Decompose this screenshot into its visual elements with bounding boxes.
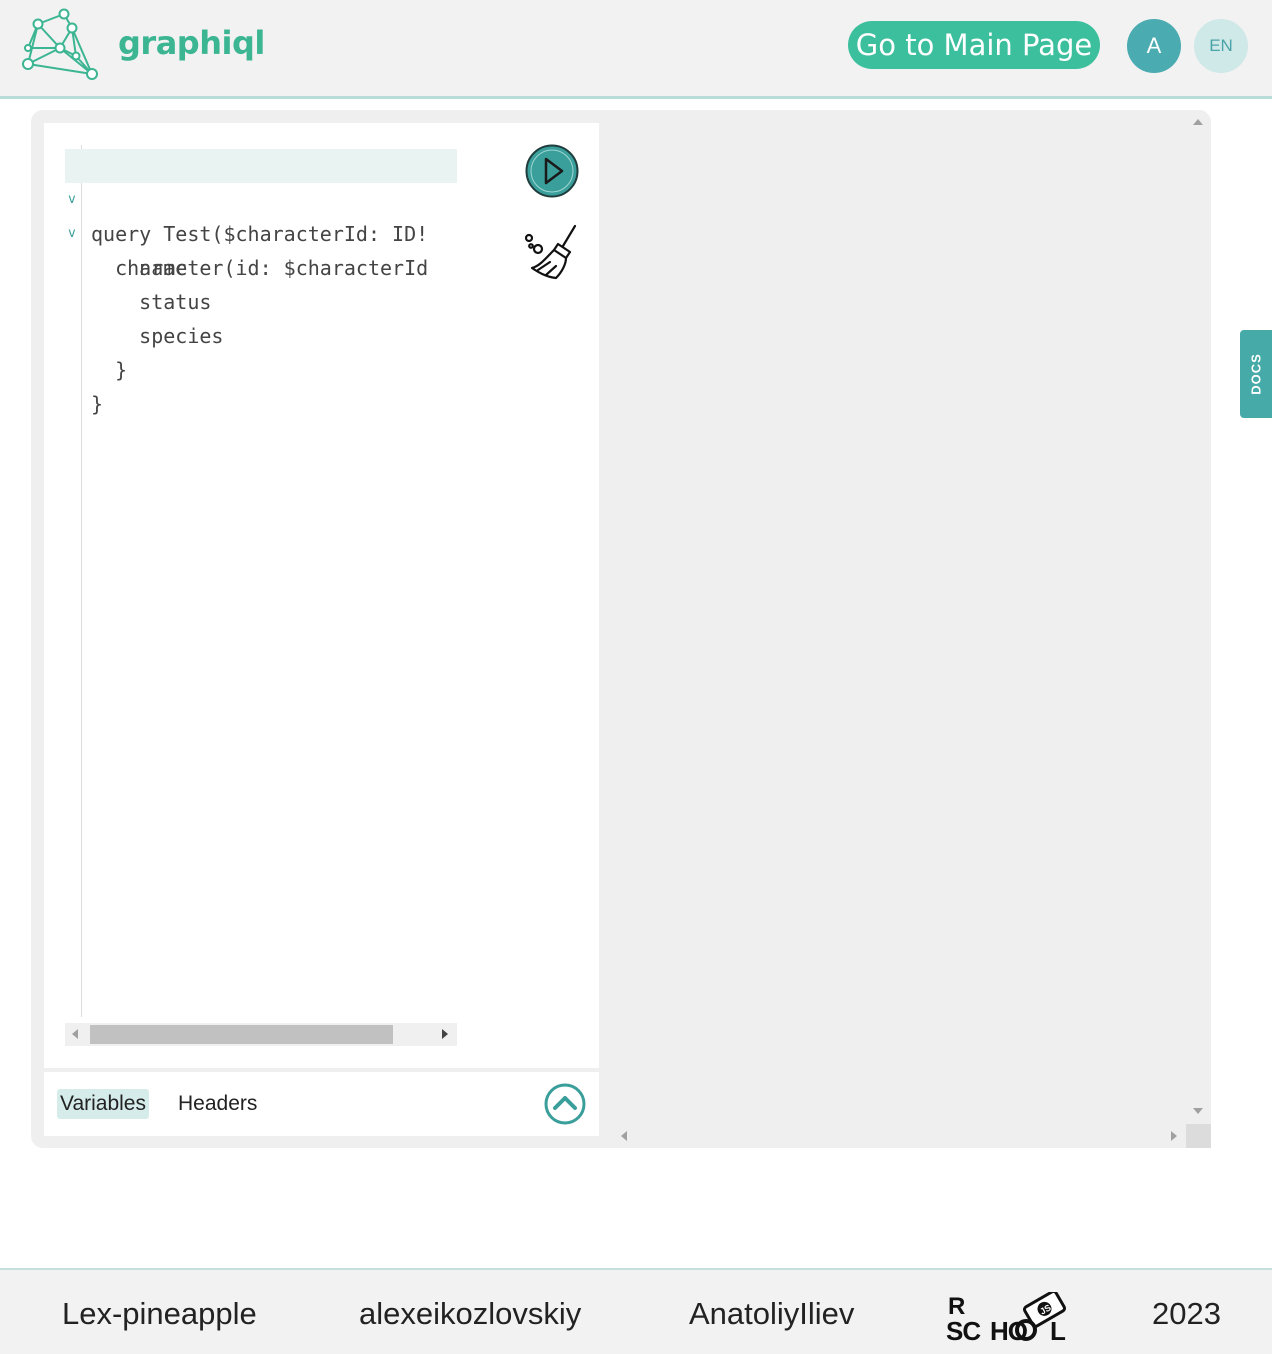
svg-text:L: L	[1050, 1316, 1066, 1344]
author-link-lex-pineapple[interactable]: Lex-pineapple	[62, 1296, 257, 1332]
prettify-broom-icon[interactable]	[522, 222, 582, 282]
query-editor[interactable]: v query Test($characterId: ID! v charact…	[65, 145, 457, 1045]
svg-text:SC: SC	[946, 1316, 981, 1344]
brand-title: graphiql	[118, 24, 265, 62]
go-to-main-page-button[interactable]: Go to Main Page	[848, 21, 1100, 69]
scroll-left-arrow-icon[interactable]	[621, 1131, 627, 1141]
author-link-anatoliyiliev[interactable]: AnatoliyIliev	[689, 1296, 854, 1332]
scroll-right-arrow-icon[interactable]	[442, 1029, 448, 1039]
chevron-up-icon[interactable]	[544, 1083, 586, 1125]
code-line[interactable]: status	[65, 251, 457, 314]
docs-toggle-button[interactable]: DOCS	[1240, 330, 1272, 418]
code-line[interactable]: v query Test($characterId: ID!	[65, 149, 457, 246]
footer-year: 2023	[1152, 1296, 1221, 1331]
run-query-play-icon[interactable]	[525, 144, 579, 198]
code-line[interactable]: name	[65, 217, 457, 280]
app-header: graphiql Go to Main Page A EN	[0, 0, 1272, 99]
code-line[interactable]: }	[65, 319, 457, 382]
scrollbar-corner	[1186, 1124, 1211, 1148]
scroll-up-arrow-icon[interactable]	[1193, 119, 1203, 125]
tab-headers[interactable]: Headers	[175, 1089, 260, 1119]
app-footer: Lex-pineapple alexeikozlovskiy AnatoliyI…	[0, 1268, 1272, 1354]
code-line[interactable]: }	[65, 353, 457, 416]
rs-school-logo-icon[interactable]: R SC HO L JS	[946, 1292, 1078, 1344]
scroll-right-arrow-icon[interactable]	[1171, 1131, 1177, 1141]
scrollbar-thumb[interactable]	[90, 1025, 393, 1044]
language-switch-button[interactable]: EN	[1194, 19, 1248, 73]
code-line[interactable]: v character(id: $characterId	[65, 183, 457, 280]
author-link-alexeikozlovskiy[interactable]: alexeikozlovskiy	[359, 1296, 581, 1332]
scroll-left-arrow-icon[interactable]	[72, 1029, 78, 1039]
docs-label: DOCS	[1248, 353, 1264, 395]
editor-tools-bar: Variables Headers	[44, 1072, 599, 1136]
graphiql-logo-icon[interactable]	[20, 8, 102, 86]
code-line[interactable]: species	[65, 285, 457, 348]
editor-horizontal-scrollbar[interactable]	[65, 1023, 457, 1046]
scroll-down-arrow-icon[interactable]	[1193, 1108, 1203, 1114]
user-avatar[interactable]: A	[1127, 19, 1181, 73]
code-line-text: }	[91, 392, 104, 416]
tab-variables[interactable]: Variables	[57, 1089, 149, 1119]
